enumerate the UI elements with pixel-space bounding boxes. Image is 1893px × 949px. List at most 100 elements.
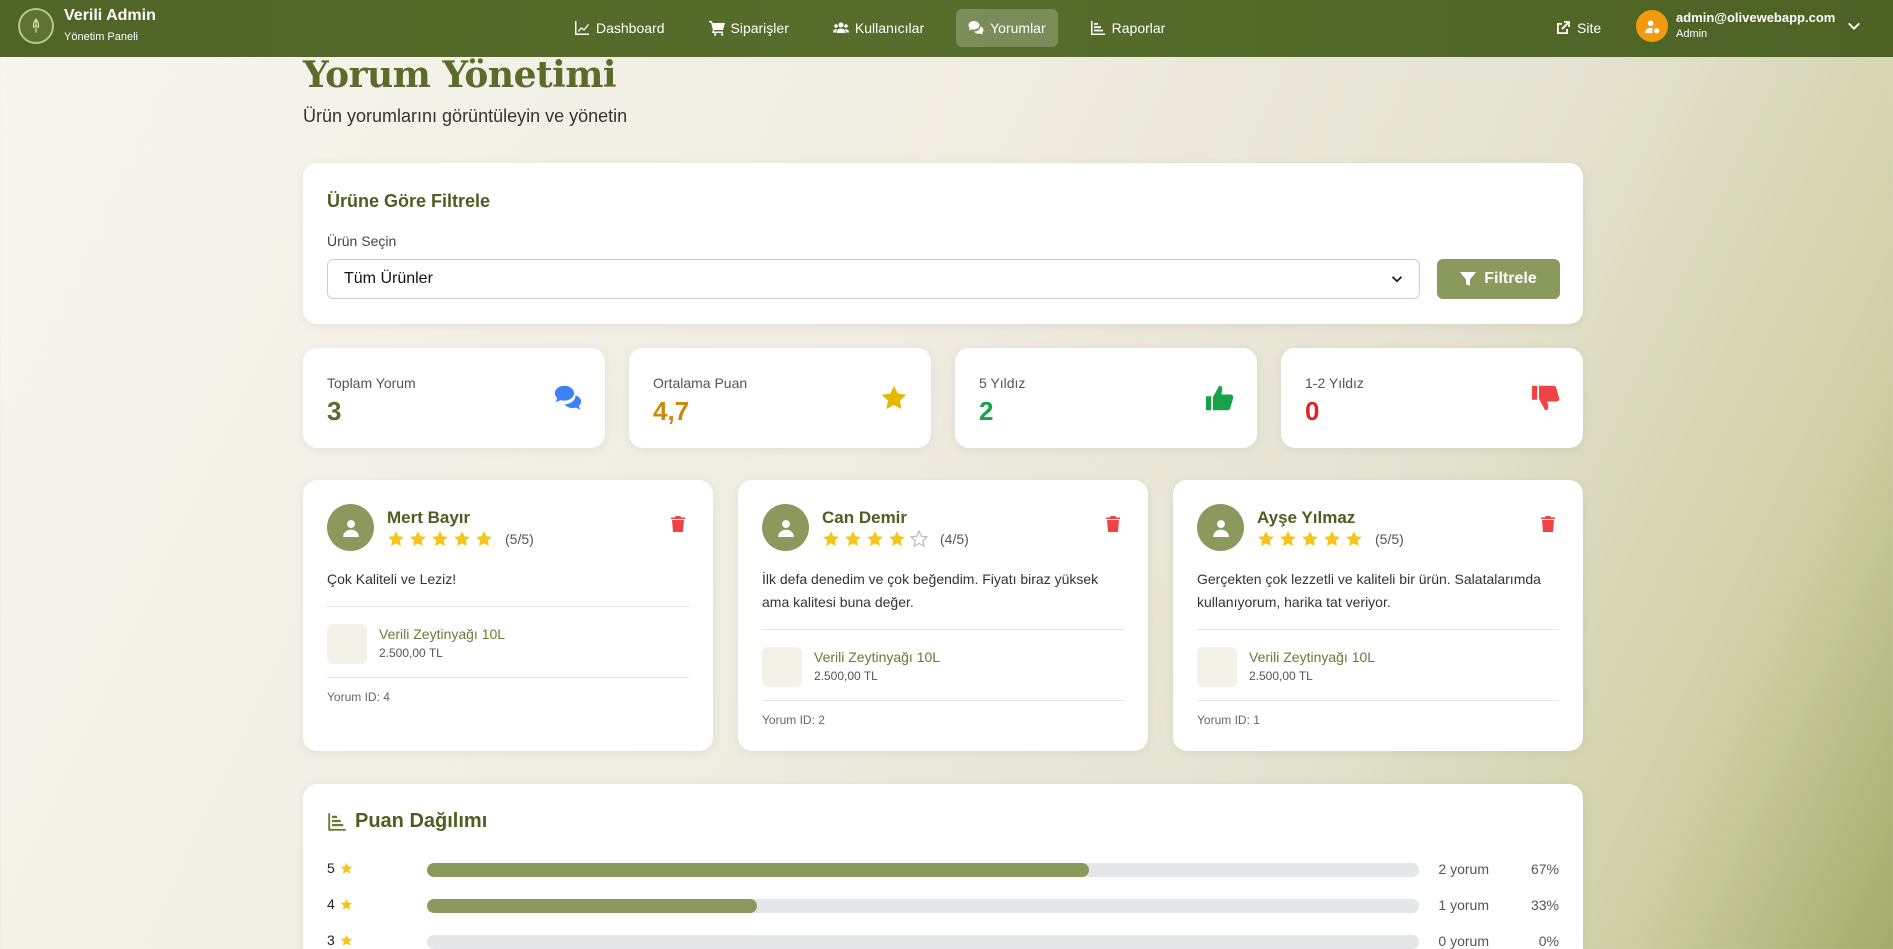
page-title: Yorum Yönetimi <box>303 54 617 96</box>
star-icon <box>845 531 861 547</box>
chevron-down-icon <box>1848 22 1861 30</box>
distribution-bar-track <box>427 935 1419 949</box>
stat-card-low-star: 1-2 Yıldız 0 <box>1281 348 1583 448</box>
star-icon <box>889 531 905 547</box>
product-select[interactable]: Tüm Ürünler <box>327 259 1420 299</box>
users-icon <box>832 22 849 33</box>
trash-icon[interactable] <box>1541 516 1555 532</box>
reviewer-avatar <box>1197 504 1244 551</box>
distribution-bar-fill <box>427 899 758 913</box>
star-icon <box>1258 531 1274 547</box>
distribution-star-label: 3 <box>327 932 353 948</box>
rating-stars: (5/5) <box>1257 530 1404 548</box>
trash-icon[interactable] <box>671 516 685 532</box>
user-role: Admin <box>1676 28 1708 40</box>
reviewer-name: Ayşe Yılmaz <box>1257 508 1356 527</box>
reviewer-name: Mert Bayır <box>387 508 471 527</box>
stat-card-total: Toplam Yorum 3 <box>303 348 605 448</box>
brand-title: Verili Admin <box>64 7 156 24</box>
product-price: 2.500,00 TL <box>1249 669 1313 683</box>
rating-distribution-card: Puan Dağılımı 5 2 yorum 67% 4 1 yorum 33… <box>303 784 1583 949</box>
distribution-percent: 33% <box>1530 897 1559 913</box>
star-icon <box>476 531 492 547</box>
product-thumbnail <box>762 647 802 687</box>
star-icon <box>340 898 352 910</box>
nav-users[interactable]: Kullanıcılar <box>821 9 936 47</box>
product-price: 2.500,00 TL <box>379 646 443 660</box>
review-comment: İlk defa denedim ve çok beğendim. Fiyatı… <box>762 571 1099 610</box>
nav-orders-label: Siparişler <box>730 20 789 36</box>
stat-value: 0 <box>1305 396 1320 426</box>
site-link-label: Site <box>1577 20 1602 36</box>
divider <box>327 677 689 678</box>
distribution-star-label: 4 <box>327 896 353 912</box>
rating-score: (5/5) <box>1375 531 1404 547</box>
star-icon <box>340 862 352 874</box>
star-icon <box>823 531 839 547</box>
nav-reviews[interactable]: Yorumlar <box>956 9 1058 47</box>
filter-button-label: Filtrele <box>1484 270 1537 287</box>
distribution-count: 2 yorum <box>1438 861 1489 877</box>
thumbs-up-icon <box>1206 385 1234 411</box>
divider <box>762 700 1124 701</box>
rating-score: (5/5) <box>505 531 534 547</box>
distribution-count: 1 yorum <box>1438 897 1489 913</box>
divider <box>1197 700 1559 701</box>
top-navbar: Verili Admin Yönetim Paneli Dashboard Si… <box>0 0 1893 57</box>
stat-value: 3 <box>327 396 342 426</box>
reviewer-avatar <box>327 504 374 551</box>
nav-orders[interactable]: Siparişler <box>697 9 801 47</box>
star-icon <box>432 531 448 547</box>
star-icon <box>1280 531 1296 547</box>
chart-line-icon <box>575 21 589 35</box>
stat-label: Toplam Yorum <box>327 375 416 391</box>
review-id: Yorum ID: 2 <box>762 713 825 727</box>
thumbs-down-icon <box>1532 385 1560 411</box>
trash-icon[interactable] <box>1106 516 1120 532</box>
distribution-bar-fill <box>427 863 1089 877</box>
nav-reports[interactable]: Raporlar <box>1078 9 1178 47</box>
main-nav: Dashboard Siparişler Kullanıcılar Yoruml… <box>562 9 1181 47</box>
nav-dashboard[interactable]: Dashboard <box>562 9 677 47</box>
user-menu[interactable]: admin@olivewebapp.com Admin <box>1636 10 1861 42</box>
distribution-percent: 0% <box>1538 933 1559 949</box>
star-icon <box>454 531 470 547</box>
review-comment: Gerçekten çok lezzetli ve kaliteli bir ü… <box>1197 571 1541 610</box>
rating-score: (4/5) <box>940 531 969 547</box>
star-icon <box>410 531 426 547</box>
distribution-percent: 67% <box>1530 861 1559 877</box>
product-name[interactable]: Verili Zeytinyağı 10L <box>1249 649 1375 665</box>
review-card: Can Demir (4/5) İlk defa denedim ve çok … <box>738 480 1148 751</box>
distribution-title: Puan Dağılımı <box>327 810 487 833</box>
distribution-bar-track <box>427 899 1419 913</box>
brand[interactable]: Verili Admin Yönetim Paneli <box>18 6 156 45</box>
filter-icon <box>1460 272 1477 286</box>
star-icon <box>1302 531 1318 547</box>
filter-button[interactable]: Filtrele <box>1437 259 1560 299</box>
star-icon <box>867 531 883 547</box>
divider <box>1197 629 1559 630</box>
distribution-title-text: Puan Dağılımı <box>355 810 488 832</box>
comments-icon <box>554 385 582 410</box>
bar-chart-icon <box>328 812 346 831</box>
review-card: Ayşe Yılmaz (5/5) Gerçekten çok lezzetli… <box>1173 480 1583 751</box>
review-comment: Çok Kaliteli ve Leziz! <box>327 571 457 587</box>
distribution-bar-track <box>427 863 1419 877</box>
stat-label: 5 Yıldız <box>979 375 1026 391</box>
comments-icon <box>968 21 984 35</box>
user-email: admin@olivewebapp.com <box>1676 10 1836 25</box>
user-cog-icon <box>1644 19 1659 33</box>
nav-users-label: Kullanıcılar <box>854 20 925 36</box>
site-link[interactable]: Site <box>1543 9 1613 47</box>
rating-stars: (5/5) <box>387 530 534 548</box>
product-thumbnail <box>1197 647 1237 687</box>
distribution-row: 4 1 yorum 33% <box>327 896 1559 916</box>
product-name[interactable]: Verili Zeytinyağı 10L <box>814 649 940 665</box>
star-outline-icon <box>910 530 928 548</box>
star-icon <box>388 531 404 547</box>
review-id: Yorum ID: 1 <box>1197 713 1260 727</box>
nav-reviews-label: Yorumlar <box>990 20 1046 36</box>
stat-card-five-star: 5 Yıldız 2 <box>955 348 1257 448</box>
stat-label: Ortalama Puan <box>653 375 748 391</box>
product-name[interactable]: Verili Zeytinyağı 10L <box>379 626 505 642</box>
